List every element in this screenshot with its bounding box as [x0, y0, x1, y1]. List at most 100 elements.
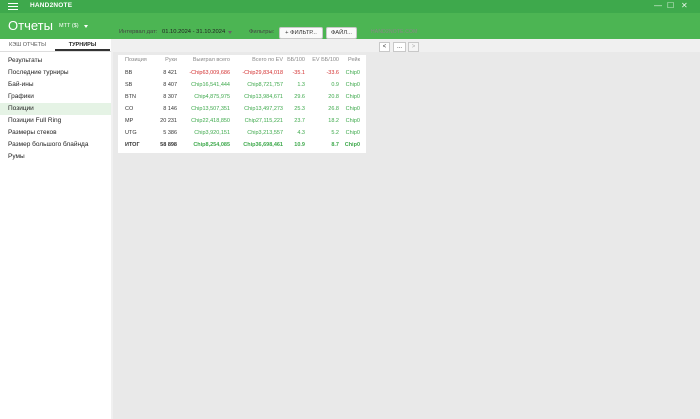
cell-rake: Chip0: [345, 94, 360, 100]
minimize-icon[interactable]: —: [654, 1, 662, 11]
cell-ev-bb100: 5.2: [331, 130, 339, 136]
cell-hands: 8 146: [163, 106, 177, 112]
chevron-left-icon: <: [382, 44, 387, 50]
cell-ev-total: Chip13,497,273: [244, 106, 283, 112]
cell-ev-bb100: 0.9: [331, 82, 339, 88]
cell-position: ИТОГ: [125, 142, 140, 148]
maximize-icon[interactable]: ☐: [667, 1, 674, 11]
sidebar-item-rooms[interactable]: Румы: [0, 151, 111, 163]
tab-cash-reports[interactable]: КЭШ ОТЧЕТЫ: [0, 39, 55, 51]
cell-rake: Chip0: [345, 106, 360, 112]
table-row[interactable]: MP 20 231 Chip22,418,850 Chip27,115,221 …: [118, 116, 366, 128]
table-row[interactable]: SB 8 407 Chip16,541,444 Chip8,721,757 1.…: [118, 80, 366, 92]
cell-position: UTG: [125, 130, 137, 136]
cell-ev-bb100: -33.6: [326, 70, 339, 76]
col-rake[interactable]: Рейк: [348, 55, 360, 67]
cell-rake: Chip0: [345, 118, 360, 124]
cell-position: CO: [125, 106, 134, 112]
title-bar: HAND2NOTE — ☐ ✕: [0, 0, 700, 13]
report-tabs: КЭШ ОТЧЕТЫ ТУРНИРЫ: [0, 39, 111, 52]
page-title: Отчеты: [8, 18, 53, 33]
table-row[interactable]: BTN 8 307 Chip4,875,975 Chip13,984,671 2…: [118, 92, 366, 104]
sidebar-item-big-blind-size[interactable]: Размер большого блайнда: [0, 139, 111, 151]
sidebar-item-graphs[interactable]: Графики: [0, 91, 111, 103]
cell-won-total: -Chip63,009,686: [189, 70, 230, 76]
cell-hands: 8 307: [163, 94, 177, 100]
table-row[interactable]: BB 8 421 -Chip63,009,686 -Chip29,834,018…: [118, 68, 366, 80]
cell-bb100: 25.3: [294, 106, 305, 112]
col-bb100[interactable]: ББ/100: [287, 55, 305, 67]
cell-ev-total: -Chip29,834,018: [242, 70, 283, 76]
col-won-total[interactable]: Выиграл всего: [193, 55, 230, 67]
cell-won-total: Chip8,254,085: [193, 142, 230, 148]
sidebar-item-results[interactable]: Результаты: [0, 55, 111, 67]
filters-label: Фильтры:: [249, 29, 275, 35]
cell-rake: Chip0: [345, 82, 360, 88]
sidebar-item-recent-tournaments[interactable]: Последние турниры: [0, 67, 111, 79]
col-position[interactable]: Позиция: [125, 55, 147, 67]
cell-bb100: 10.9: [294, 142, 305, 148]
cell-position: MP: [125, 118, 134, 124]
chevron-down-icon: [228, 30, 233, 34]
cell-won-total: Chip13,507,351: [191, 106, 230, 112]
cell-ev-total: Chip27,115,221: [244, 118, 283, 124]
table-header: Позиция Руки Выиграл всего Всего по EV Б…: [118, 55, 366, 67]
table-row[interactable]: CO 8 146 Chip13,507,351 Chip13,497,273 2…: [118, 104, 366, 116]
currency-label: МТТ ($): [59, 23, 79, 29]
date-range-select[interactable]: 01.10.2024 - 31.10.2024: [162, 29, 233, 35]
file-button[interactable]: ФАЙЛ...: [326, 27, 357, 39]
cell-position: SB: [125, 82, 133, 88]
cell-hands: 8 421: [163, 70, 177, 76]
app-title: HAND2NOTE: [30, 2, 73, 9]
cell-won-total: Chip22,418,850: [191, 118, 230, 124]
col-ev-bb100[interactable]: EV ББ/100: [312, 55, 339, 67]
date-range-value: 01.10.2024 - 31.10.2024: [162, 29, 226, 35]
col-hands[interactable]: Руки: [165, 55, 177, 67]
table-row[interactable]: UTG 5 386 Chip3,920,151 Chip3,213,557 4.…: [118, 128, 366, 140]
more-button[interactable]: ...: [393, 42, 406, 52]
cell-bb100: 1.3: [297, 82, 305, 88]
cell-hands: 5 386: [163, 130, 177, 136]
cell-ev-total: Chip13,984,671: [244, 94, 283, 100]
sidebar-item-stack-sizes[interactable]: Размеры стеков: [0, 127, 111, 139]
cell-won-total: Chip16,541,444: [191, 82, 230, 88]
col-ev-total[interactable]: Всего по EV: [252, 55, 283, 67]
cell-ev-bb100: 20.8: [328, 94, 339, 100]
positions-table: Позиция Руки Выиграл всего Всего по EV Б…: [118, 55, 366, 153]
cell-won-total: Chip3,920,151: [194, 130, 230, 136]
sidebar-item-positions[interactable]: Позиции: [0, 103, 111, 115]
cell-position: BTN: [125, 94, 136, 100]
cell-bb100: 23.7: [294, 118, 305, 124]
cell-ev-bb100: 8.7: [331, 142, 339, 148]
interval-label: Интервал дат:: [119, 29, 158, 35]
close-icon[interactable]: ✕: [681, 1, 688, 11]
sidebar-item-buyins[interactable]: Бай-ины: [0, 79, 111, 91]
sidebar: КЭШ ОТЧЕТЫ ТУРНИРЫ Результаты Последние …: [0, 39, 111, 419]
currency-select[interactable]: МТТ ($): [59, 23, 88, 29]
hand2note-logo-icon: [361, 28, 369, 36]
hand2note-logo: HAND2NOTE.COM: [361, 28, 418, 36]
add-filter-button[interactable]: + ФИЛЬТР...: [279, 27, 323, 39]
cell-hands: 8 407: [163, 82, 177, 88]
chevron-down-icon: [83, 24, 88, 28]
chevron-right-icon: >: [411, 44, 416, 50]
cell-rake: Chip0: [344, 142, 360, 148]
sidebar-item-positions-full-ring[interactable]: Позиции Full Ring: [0, 115, 111, 127]
cell-hands: 58 898: [160, 142, 177, 148]
cell-bb100: -35.1: [292, 70, 305, 76]
cell-hands: 20 231: [160, 118, 177, 124]
cell-ev-total: Chip36,698,461: [243, 142, 283, 148]
cell-bb100: 4.3: [297, 130, 305, 136]
tab-tournaments[interactable]: ТУРНИРЫ: [55, 39, 110, 51]
next-button[interactable]: >: [408, 42, 419, 52]
cell-position: BB: [125, 70, 133, 76]
prev-button[interactable]: <: [379, 42, 390, 52]
report-menu: Результаты Последние турниры Бай-ины Гра…: [0, 52, 111, 163]
hamburger-menu-icon[interactable]: [8, 3, 18, 10]
cell-ev-total: Chip8,721,757: [247, 82, 283, 88]
cell-won-total: Chip4,875,975: [194, 94, 230, 100]
table-total-row: ИТОГ 58 898 Chip8,254,085 Chip36,698,461…: [118, 140, 366, 152]
cell-bb100: 29.6: [294, 94, 305, 100]
cell-rake: Chip0: [345, 130, 360, 136]
cell-ev-total: Chip3,213,557: [247, 130, 283, 136]
